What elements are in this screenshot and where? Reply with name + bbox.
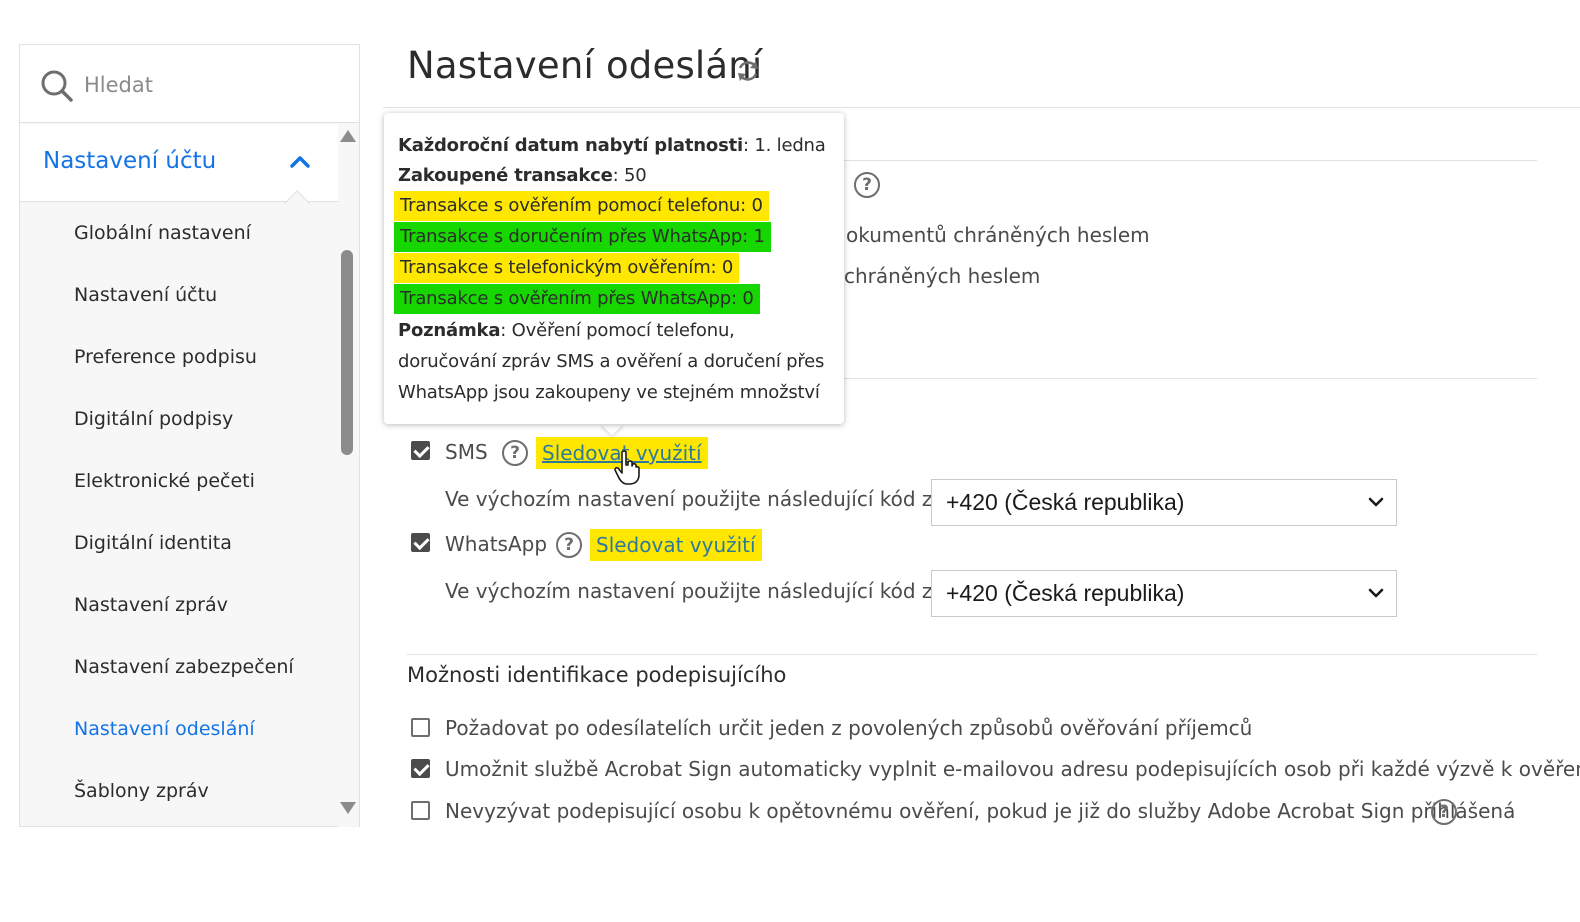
whatsapp-country-value: +420 (Česká republika) (946, 580, 1185, 606)
scroll-down-arrow-icon[interactable] (340, 802, 356, 814)
sidebar-item-security-settings[interactable]: Nastavení zabezpečení (20, 636, 338, 698)
no-reauth-checkbox[interactable] (411, 801, 430, 820)
sms-country-value: +420 (Česká republika) (946, 489, 1185, 515)
hand-cursor-icon (614, 450, 640, 485)
section-divider (407, 654, 1537, 655)
sidebar-nav-list: Globální nastavení Nastavení účtu Prefer… (20, 202, 338, 822)
tooltip-line-whatsapp-auth: Transakce s ověřením přes WhatsApp: 0 (394, 284, 760, 314)
tooltip-line-phone-auth: Transakce s ověřením pomocí telefonu: 0 (394, 191, 769, 221)
sidebar-section-title: Nastavení účtu (43, 148, 217, 174)
page-title: Nastavení odeslání (407, 44, 763, 87)
usage-tooltip: Každoroční datum nabytí platnosti: 1. le… (384, 113, 844, 424)
sidebar-item-send-settings[interactable]: Nastavení odeslání (20, 698, 338, 760)
tooltip-note: Poznámka: Ověření pomocí telefonu, doruč… (398, 320, 825, 403)
chevron-up-icon[interactable] (289, 153, 311, 169)
sidebar-item-message-templates[interactable]: Šablony zpráv (20, 760, 338, 822)
sidebar-item-digital-identity[interactable]: Digitální identita (20, 512, 338, 574)
signer-identification-title: Možnosti identifikace podepisujícího (407, 663, 787, 687)
whatsapp-country-label: Ve výchozím nastavení použijte následují… (445, 579, 984, 603)
sms-country-select[interactable]: +420 (Česká republika) (931, 479, 1397, 526)
sms-help-icon[interactable]: ? (502, 440, 528, 466)
autofill-email-label: Umožnit službě Acrobat Sign automaticky … (445, 757, 1580, 781)
sidebar-item-account-settings[interactable]: Nastavení účtu (20, 264, 338, 326)
sidebar-item-electronic-seals[interactable]: Elektronické pečeti (20, 450, 338, 512)
chevron-down-icon (1368, 588, 1384, 598)
tooltip-line-purchased: Zakoupené transakce: 50 (398, 165, 647, 186)
sidebar: Nastavení účtu Globální nastavení Nastav… (19, 44, 360, 827)
tooltip-line-phone-verification: Transakce s telefonickým ověřením: 0 (394, 253, 740, 283)
sidebar-scrollbar[interactable] (338, 124, 359, 827)
sms-country-label: Ve výchozím nastavení použijte následují… (445, 487, 984, 511)
scroll-thumb[interactable] (341, 250, 353, 455)
sms-checkbox[interactable] (411, 441, 430, 460)
require-auth-method-checkbox[interactable] (411, 718, 430, 737)
no-reauth-help-icon[interactable]: ? (1431, 799, 1457, 825)
autofill-email-checkbox[interactable] (411, 759, 430, 778)
chevron-down-icon (1368, 497, 1384, 507)
no-reauth-label: Nevyzývat podepisující osobu k opětovném… (445, 799, 1516, 823)
sidebar-item-message-settings[interactable]: Nastavení zpráv (20, 574, 338, 636)
title-divider (383, 107, 1580, 108)
search-icon (41, 70, 73, 102)
sidebar-section-header[interactable]: Nastavení účtu (20, 124, 338, 202)
whatsapp-label: WhatsApp (445, 532, 548, 556)
scroll-up-arrow-icon[interactable] (340, 130, 356, 142)
sidebar-item-global-settings[interactable]: Globální nastavení (20, 202, 338, 264)
tooltip-line-whatsapp-delivery: Transakce s doručením přes WhatsApp: 1 (394, 222, 771, 252)
require-auth-method-label: Požadovat po odesílatelích určit jeden z… (445, 716, 1253, 740)
sms-label: SMS (445, 440, 488, 464)
sidebar-item-digital-signatures[interactable]: Digitální podpisy (20, 388, 338, 450)
section-divider (840, 378, 1537, 379)
section-divider (840, 160, 1537, 161)
search-input[interactable] (84, 67, 334, 103)
search-box (20, 45, 359, 123)
help-icon[interactable]: ? (854, 172, 880, 198)
whatsapp-track-usage-link[interactable]: Sledovat využití (590, 529, 762, 561)
sidebar-item-signature-preferences[interactable]: Preference podpisu (20, 326, 338, 388)
password-option-text-2: chráněných heslem (844, 264, 1041, 288)
whatsapp-country-select[interactable]: +420 (Česká republika) (931, 570, 1397, 617)
whatsapp-help-icon[interactable]: ? (556, 532, 582, 558)
whatsapp-checkbox[interactable] (411, 533, 430, 552)
tooltip-line-renewal: Každoroční datum nabytí platnosti: 1. le… (398, 135, 826, 156)
refresh-icon[interactable] (735, 58, 761, 84)
password-option-text-1: okumentů chráněných heslem (846, 223, 1150, 247)
